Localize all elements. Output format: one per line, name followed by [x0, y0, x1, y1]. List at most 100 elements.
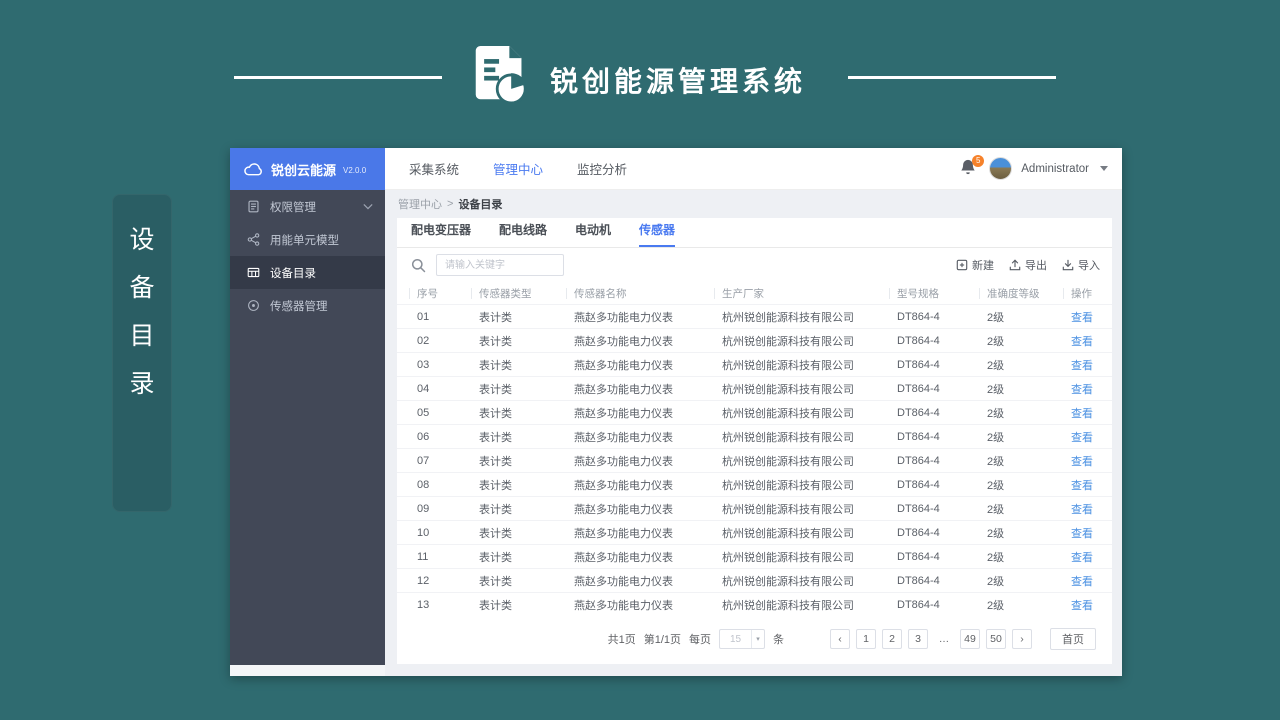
brand-version: V2.0.0 — [343, 166, 367, 175]
cell-accuracy: 2级 — [987, 527, 1005, 540]
cell-accuracy: 2级 — [987, 599, 1005, 612]
per-page-value: 15 — [729, 633, 742, 645]
table-row: 08 表计类 燕赵多功能电力仪表 杭州锐创能源科技有限公司 DT864-4 2级… — [397, 472, 1112, 496]
table-row: 09 表计类 燕赵多功能电力仪表 杭州锐创能源科技有限公司 DT864-4 2级… — [397, 496, 1112, 520]
current-page-label: 第1/1页 — [643, 634, 681, 646]
cell-sensor-type: 表计类 — [479, 527, 512, 540]
import-button[interactable]: 导入 — [1062, 257, 1100, 273]
page-button-3[interactable]: 3 — [908, 629, 928, 649]
sidebar-item-energy-unit-model[interactable]: 用能单元模型 — [230, 223, 385, 256]
tab-motor[interactable]: 电动机 — [575, 221, 611, 247]
cell-accuracy: 2级 — [987, 431, 1005, 444]
sidebar-item-label: 设备目录 — [270, 267, 316, 280]
page-button-1[interactable]: 1 — [856, 629, 876, 649]
view-link[interactable]: 查看 — [1071, 405, 1093, 421]
column-header-actions: 操作 — [1063, 286, 1100, 301]
tab-distribution-line[interactable]: 配电线路 — [499, 221, 547, 247]
view-link[interactable]: 查看 — [1071, 357, 1093, 373]
cell-sensor-name: 燕赵多功能电力仪表 — [574, 431, 673, 444]
sidebar-item-permission-management[interactable]: 权限管理 — [230, 190, 385, 223]
cell-serial: 05 — [417, 406, 430, 419]
per-page-caret-icon: ▾ — [751, 630, 764, 648]
export-icon — [1009, 259, 1021, 271]
cell-model: DT864-4 — [897, 574, 940, 587]
new-button[interactable]: 新建 — [956, 257, 994, 273]
side-tag-char: 备 — [129, 274, 155, 302]
sidebar-item-device-catalog[interactable]: 设备目录 — [230, 256, 385, 289]
view-link[interactable]: 查看 — [1071, 573, 1093, 589]
cell-sensor-type: 表计类 — [479, 431, 512, 444]
view-link[interactable]: 查看 — [1071, 525, 1093, 541]
cell-actions: 查看 删除 — [1063, 525, 1100, 541]
nav-item-collection-system[interactable]: 采集系统 — [409, 159, 459, 178]
breadcrumb-parent[interactable]: 管理中心 — [398, 196, 442, 212]
page-button-49[interactable]: 49 — [960, 629, 980, 649]
prev-page-button[interactable]: ‹ — [830, 629, 850, 649]
search-input[interactable] — [436, 254, 564, 276]
cell-manufacturer: 杭州锐创能源科技有限公司 — [722, 431, 854, 444]
table-row: 10 表计类 燕赵多功能电力仪表 杭州锐创能源科技有限公司 DT864-4 2级… — [397, 520, 1112, 544]
column-header-sensor-type: 传感器类型 — [471, 286, 566, 301]
user-menu-caret-icon[interactable] — [1100, 166, 1108, 171]
nav-item-monitoring-analysis[interactable]: 监控分析 — [577, 159, 627, 178]
cell-manufacturer: 杭州锐创能源科技有限公司 — [722, 479, 854, 492]
breadcrumb-current: 设备目录 — [458, 199, 503, 211]
cell-accuracy: 2级 — [987, 359, 1005, 372]
cell-actions: 查看 删除 — [1063, 501, 1100, 517]
view-link[interactable]: 查看 — [1071, 477, 1093, 493]
per-page-prefix: 每页 — [689, 634, 711, 646]
cell-serial: 09 — [417, 502, 430, 515]
cell-serial: 12 — [417, 574, 430, 587]
sidebar-item-label: 传感器管理 — [270, 300, 328, 313]
cell-accuracy: 2级 — [987, 311, 1005, 324]
page-button-50[interactable]: 50 — [986, 629, 1006, 649]
cell-sensor-name: 燕赵多功能电力仪表 — [574, 335, 673, 348]
cell-model: DT864-4 — [897, 358, 940, 371]
first-page-button[interactable]: 首页 — [1050, 628, 1096, 650]
cell-model: DT864-4 — [897, 310, 940, 323]
view-link[interactable]: 查看 — [1071, 429, 1093, 445]
cell-sensor-type: 表计类 — [479, 359, 512, 372]
cell-serial: 11 — [417, 550, 429, 563]
view-link[interactable]: 查看 — [1071, 597, 1093, 613]
cell-model: DT864-4 — [897, 406, 940, 419]
cell-sensor-name: 燕赵多功能电力仪表 — [574, 383, 673, 396]
cell-model: DT864-4 — [897, 430, 940, 443]
cell-sensor-name: 燕赵多功能电力仪表 — [574, 479, 673, 492]
view-link[interactable]: 查看 — [1071, 309, 1093, 325]
cell-serial: 13 — [417, 598, 430, 611]
sidebar-item-sensor-management[interactable]: 传感器管理 — [230, 289, 385, 322]
cell-actions: 查看 删除 — [1063, 597, 1100, 613]
per-page-select[interactable]: 15 ▾ — [719, 629, 765, 649]
export-button[interactable]: 导出 — [1009, 257, 1047, 273]
cell-actions: 查看 删除 — [1063, 573, 1100, 589]
view-link[interactable]: 查看 — [1071, 453, 1093, 469]
view-link[interactable]: 查看 — [1071, 381, 1093, 397]
cell-manufacturer: 杭州锐创能源科技有限公司 — [722, 455, 854, 468]
page-button-2[interactable]: 2 — [882, 629, 902, 649]
total-pages-label: 共1页 — [607, 634, 636, 646]
avatar[interactable] — [989, 157, 1013, 180]
cell-sensor-name: 燕赵多功能电力仪表 — [574, 599, 673, 612]
view-link[interactable]: 查看 — [1071, 549, 1093, 565]
notification-bell-icon[interactable]: 5 — [960, 154, 985, 180]
view-link[interactable]: 查看 — [1071, 333, 1093, 349]
cell-serial: 03 — [417, 358, 430, 371]
cell-accuracy: 2级 — [987, 455, 1005, 468]
cell-manufacturer: 杭州锐创能源科技有限公司 — [722, 335, 854, 348]
column-header-sensor-name: 传感器名称 — [566, 286, 714, 301]
view-link[interactable]: 查看 — [1071, 501, 1093, 517]
cell-actions: 查看 删除 — [1063, 309, 1100, 325]
sensor-icon — [247, 299, 260, 312]
page-ellipsis: … — [934, 629, 954, 649]
content-area: 采集系统 管理中心 监控分析 5 Administrator 管理中心 > 设备… — [385, 148, 1122, 676]
app-logo: 锐创云能源 V2.0.0 — [230, 148, 385, 190]
nav-item-management-center[interactable]: 管理中心 — [493, 159, 543, 178]
cell-actions: 查看 删除 — [1063, 405, 1100, 421]
cell-actions: 查看 删除 — [1063, 429, 1100, 445]
table-row: 11 表计类 燕赵多功能电力仪表 杭州锐创能源科技有限公司 DT864-4 2级… — [397, 544, 1112, 568]
tab-sensor[interactable]: 传感器 — [639, 221, 676, 247]
tab-distribution-transformer[interactable]: 配电变压器 — [411, 221, 471, 247]
decor-line-left — [234, 76, 442, 79]
next-page-button[interactable]: › — [1012, 629, 1032, 649]
